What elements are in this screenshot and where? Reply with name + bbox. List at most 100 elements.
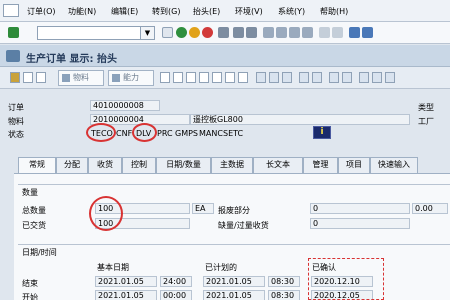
exit-icon[interactable] (189, 27, 200, 38)
menu-order[interactable]: 订单(O) (27, 6, 56, 17)
tab-label: 项目 (346, 160, 362, 169)
enter-check-icon[interactable] (8, 27, 19, 38)
cancel-icon[interactable] (202, 27, 213, 38)
menu-help[interactable]: 帮助(H) (320, 6, 348, 17)
type-label: 类型 (418, 103, 434, 112)
tool-icon[interactable] (160, 72, 170, 83)
tool-icon[interactable] (238, 72, 248, 83)
material-button[interactable]: 物料 (58, 70, 104, 86)
order-field[interactable]: 4010000008 (90, 100, 160, 111)
scrap-percent-field[interactable]: 0.00 (412, 203, 448, 214)
start-basic-time-field[interactable]: 00:00 (160, 290, 192, 300)
menu-goto[interactable]: 转到(G) (152, 6, 180, 17)
tab-project[interactable]: 项目 (338, 157, 370, 173)
total-quantity-label: 总数量 (22, 206, 46, 215)
unit-field[interactable]: EA (192, 203, 214, 214)
short-over-label: 缺量/过量收货 (218, 221, 269, 230)
highlight-circle (89, 196, 123, 231)
save-icon[interactable] (162, 27, 173, 38)
material-icon (62, 74, 70, 82)
end-basic-date-field[interactable]: 2021.01.05 (95, 276, 157, 287)
start-scheduled-time-field[interactable]: 08:30 (268, 290, 300, 300)
print-icon[interactable] (218, 27, 229, 38)
start-basic-date-field[interactable]: 2021.01.05 (95, 290, 157, 300)
tool-icon[interactable] (186, 72, 196, 83)
tool-icon[interactable] (173, 72, 183, 83)
table-icon[interactable] (256, 72, 266, 83)
menu-header[interactable]: 抬头(E) (193, 6, 220, 17)
end-scheduled-time-field[interactable]: 08:30 (268, 276, 300, 287)
table-icon[interactable] (299, 72, 309, 83)
tab-label: 主数据 (220, 160, 244, 169)
tool-icon[interactable] (199, 72, 209, 83)
start-scheduled-date-field[interactable]: 2021.01.05 (203, 290, 265, 300)
application-toolbar: 物料 能力 (0, 67, 450, 89)
table-icon[interactable] (359, 72, 369, 83)
status-setc: SETC (223, 129, 244, 138)
new-session-icon[interactable] (319, 27, 330, 38)
shortcut-icon[interactable] (332, 27, 343, 38)
table-icon[interactable] (342, 72, 352, 83)
tab-master-data[interactable]: 主数据 (211, 157, 253, 173)
chevron-down-icon[interactable]: ▼ (140, 26, 155, 40)
find-next-icon[interactable] (246, 27, 257, 38)
next-page-icon[interactable] (289, 27, 300, 38)
tab-label: 日期/数量 (166, 160, 201, 169)
tab-long-text[interactable]: 长文本 (253, 157, 303, 173)
material-button-label: 物料 (73, 73, 89, 82)
table-icon[interactable] (372, 72, 382, 83)
plant-label: 工厂 (418, 117, 434, 126)
find-icon[interactable] (233, 27, 244, 38)
table-icon[interactable] (329, 72, 339, 83)
previous-page-icon[interactable] (276, 27, 287, 38)
tool-icon[interactable] (212, 72, 222, 83)
help-icon[interactable] (349, 27, 360, 38)
tab-assignment[interactable]: 分配 (56, 157, 88, 173)
status-prc: PRC (157, 129, 173, 138)
command-field[interactable] (37, 26, 155, 40)
last-page-icon[interactable] (302, 27, 313, 38)
sap-window-icon[interactable] (3, 4, 19, 17)
back-icon[interactable] (176, 27, 187, 38)
material-label: 物料 (8, 117, 24, 126)
menu-bar: 订单(O) 功能(N) 编辑(E) 转到(G) 抬头(E) 环境(V) 系统(Y… (0, 0, 450, 22)
tool-icon[interactable] (225, 72, 235, 83)
menu-function[interactable]: 功能(N) (68, 6, 96, 17)
tab-label: 收货 (97, 160, 113, 169)
highlight-circle (132, 123, 157, 142)
tab-goods-receipt[interactable]: 收货 (88, 157, 122, 173)
tab-label: 快速输入 (378, 160, 410, 169)
end-scheduled-date-field[interactable]: 2021.01.05 (203, 276, 265, 287)
operations-icon[interactable] (23, 72, 33, 83)
tab-label: 常规 (29, 160, 45, 169)
material-description-field[interactable]: 遥控板GL800 (190, 114, 410, 125)
screen-title-bar: 生产订单 显示: 抬头 (0, 45, 450, 67)
quantity-section-title: 数量 (22, 188, 38, 197)
tab-general[interactable]: 常规 (18, 157, 56, 174)
short-over-field[interactable]: 0 (310, 218, 410, 229)
highlight-dashed-box (308, 258, 384, 300)
tab-quick-entry[interactable]: 快速输入 (370, 157, 418, 173)
menu-environment[interactable]: 环境(V) (235, 6, 263, 17)
status-cnf: CNF (116, 129, 133, 138)
status-info-button[interactable]: i (313, 126, 331, 139)
table-icon[interactable] (269, 72, 279, 83)
menu-system[interactable]: 系统(Y) (278, 6, 305, 17)
layout-icon[interactable] (362, 27, 373, 38)
menu-edit[interactable]: 编辑(E) (111, 6, 138, 17)
capacity-button[interactable]: 能力 (108, 70, 154, 86)
table-icon[interactable] (282, 72, 292, 83)
components-icon[interactable] (36, 72, 46, 83)
tab-dates-quantities[interactable]: 日期/数量 (156, 157, 211, 173)
tab-administration[interactable]: 管理 (303, 157, 338, 173)
standard-toolbar: ▼ (0, 22, 450, 44)
scrap-field[interactable]: 0 (310, 203, 410, 214)
highlight-circle (86, 123, 116, 142)
tab-control[interactable]: 控制 (122, 157, 156, 173)
first-page-icon[interactable] (263, 27, 274, 38)
table-icon[interactable] (312, 72, 322, 83)
display-change-icon[interactable] (10, 72, 20, 83)
table-icon[interactable] (385, 72, 395, 83)
basic-date-header: 基本日期 (97, 263, 129, 272)
end-basic-time-field[interactable]: 24:00 (160, 276, 192, 287)
